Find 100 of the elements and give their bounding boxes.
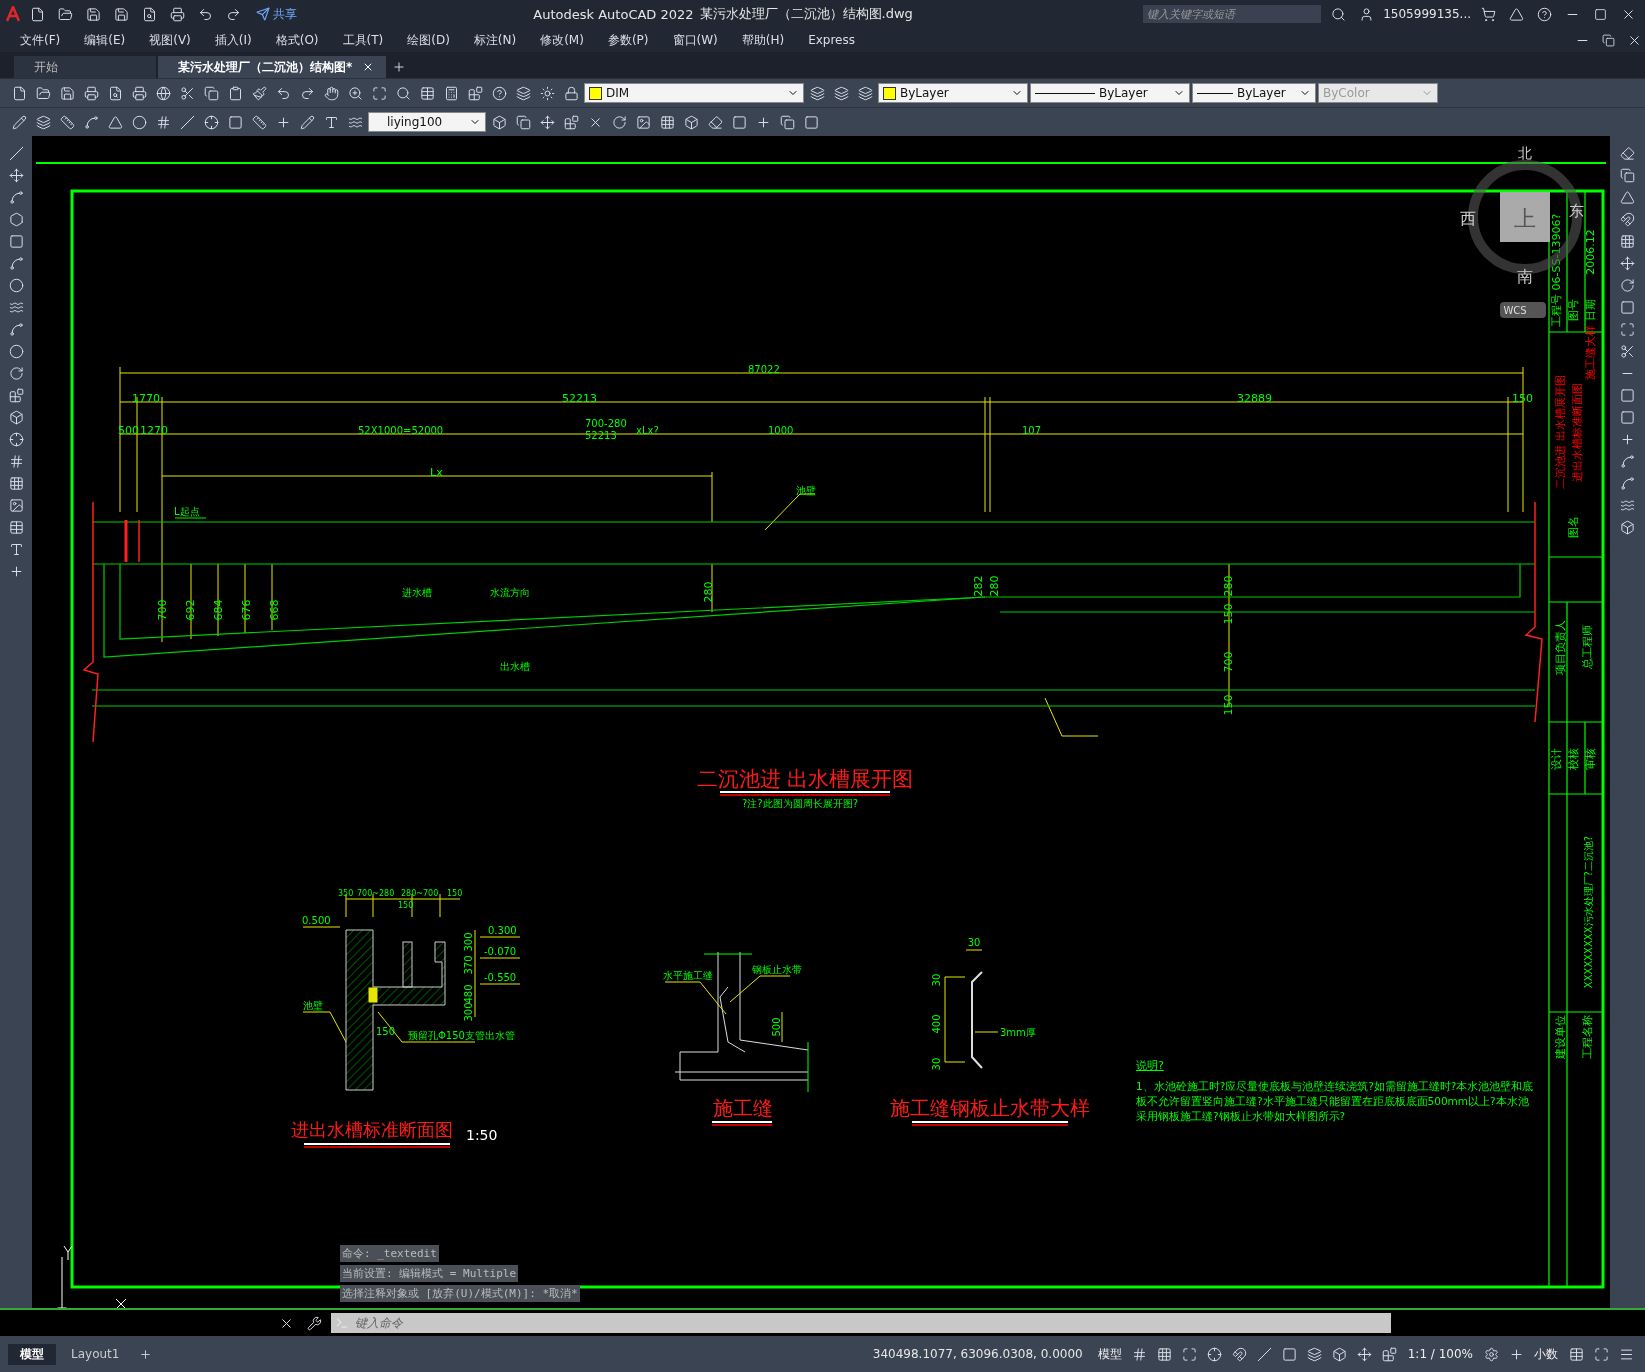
dimension-text: 370 — [463, 955, 474, 975]
dimension-text: 150 — [376, 1026, 396, 1037]
drawing-subtitle: ?注?此图为圆周长展开图? — [742, 798, 858, 809]
viewcube-label: 上 — [1514, 206, 1536, 231]
dimension-text: xLx? — [636, 425, 659, 436]
dimension-text: 0.300 — [488, 925, 517, 936]
menu-item[interactable]: 窗口(W) — [662, 29, 728, 51]
drawing-label: 水流方向 — [490, 587, 530, 598]
dimension-text: 0.500 — [302, 915, 331, 926]
layout-tab[interactable]: Layout1 — [59, 1345, 132, 1363]
drawing-title: 进出水槽标准断面图 — [291, 1119, 453, 1140]
menu-item[interactable]: 工具(T) — [332, 29, 394, 51]
menu-item[interactable]: 视图(V) — [139, 29, 201, 51]
user-name[interactable]: 1505999135... — [1383, 7, 1471, 21]
app-title: Autodesk AutoCAD 2022 — [533, 6, 694, 22]
coordinates-readout: 340498.1077, 63096.0308, 0.0000 — [872, 1347, 1083, 1361]
dimension-text: 280 — [702, 581, 715, 603]
dimension-text: 87022 — [748, 364, 780, 375]
layer-dropdown[interactable]: DIM — [584, 83, 804, 103]
file-title: 某污水处理厂（二沉池）结构图.dwg — [699, 5, 913, 23]
menu-item[interactable]: 插入(I) — [204, 29, 262, 51]
dimension-text: 107 — [1022, 425, 1042, 436]
menu-item[interactable]: 帮助(H) — [731, 29, 795, 51]
dimension-text: 692 — [184, 599, 197, 621]
dimension-text: 684 — [212, 599, 225, 621]
title-block-text: 校核 — [1567, 748, 1580, 770]
dimension-text: 480 — [463, 984, 474, 1004]
units-button[interactable]: 小数 — [1530, 1345, 1562, 1363]
dimension-text: -0.550 — [484, 972, 517, 983]
dimension-text: 400 — [931, 1014, 942, 1034]
menu-item[interactable]: 标注(N) — [463, 29, 527, 51]
title-block-text: 2006.12 — [1584, 229, 1597, 275]
title-block-text: 建设单位 — [1554, 1015, 1567, 1059]
menu-item[interactable]: 文件(F) — [10, 29, 71, 51]
dimension-text: 676 — [240, 599, 253, 621]
menu-item[interactable]: 绘图(D) — [397, 29, 460, 51]
dimension-text: 30 — [931, 973, 942, 987]
search-field[interactable]: 键入关键字或短语 — [1143, 5, 1322, 23]
command-field[interactable]: 键入命令 — [331, 1313, 1391, 1333]
file-tab[interactable]: 某污水处理厂（二沉池）结构图* — [158, 56, 387, 78]
menu-item[interactable]: 格式(O) — [265, 29, 329, 51]
title-block-text: 进出水槽标准断面图 — [1571, 382, 1584, 482]
drawing-label: 预留孔Φ150支管出水管 — [408, 1030, 515, 1041]
dimension-text: 1770 — [132, 392, 160, 405]
model-space-button[interactable]: 模型 — [1093, 1345, 1126, 1363]
wcs-button[interactable] — [1500, 302, 1546, 318]
drawing-label: 3mm厚 — [1000, 1027, 1036, 1038]
lineweight-dropdown[interactable]: ByLayer — [1192, 83, 1316, 103]
title-block-text: 图名 — [1567, 516, 1580, 538]
drawing-label: 钢板止水带 — [752, 964, 802, 975]
line-sample — [1035, 92, 1095, 94]
ucs-icon — [57, 1245, 127, 1308]
dimension-text: 500 — [771, 1017, 782, 1037]
drawing-title: 施工缝 — [713, 1096, 773, 1120]
file-tab[interactable]: 开始 — [14, 56, 156, 78]
drawing-title: 施工缝钢板止水带大样 — [890, 1096, 1090, 1120]
menu-item[interactable]: 参数(P) — [597, 29, 659, 51]
title-block-text: 审核 — [1584, 748, 1597, 770]
dimension-text: 150 — [1222, 694, 1235, 716]
dimension-text: 282 — [972, 575, 985, 597]
dimension-text: 300 — [463, 932, 474, 952]
title-block-text: 06-SS-13906? — [1550, 213, 1563, 291]
wcs-label: WCS — [1503, 305, 1527, 316]
drawing-label: 进水槽 — [402, 587, 432, 598]
dimension-text: 350 — [338, 889, 354, 898]
compass-label: 南 — [1517, 267, 1533, 286]
menu-item[interactable]: Express — [798, 31, 865, 49]
dimension-text: 30 — [931, 1057, 942, 1071]
color-dropdown[interactable]: ByLayer — [878, 83, 1028, 103]
dimension-text: 150 — [1512, 392, 1533, 405]
dimension-text: 280 — [1222, 575, 1235, 597]
send-icon — [256, 7, 270, 21]
dimension-text: Lx — [430, 466, 443, 479]
compass-label: 东 — [1568, 202, 1584, 220]
linetype-dropdown[interactable]: ByLayer — [1030, 83, 1190, 103]
title-block-text: 施工缝大样 — [1584, 324, 1597, 380]
dimension-style-dropdown[interactable]: liying100 — [368, 112, 486, 132]
drawing-label: 出水槽 — [500, 661, 530, 672]
title-block-text: 设计 — [1550, 748, 1563, 770]
share-button[interactable]: 共享 — [250, 4, 303, 24]
dimension-text: 150 — [1222, 603, 1235, 625]
terminal-icon — [335, 1316, 349, 1330]
menu-item[interactable]: 编辑(E) — [74, 29, 136, 51]
title-block-text: 工程号 — [1550, 293, 1563, 327]
dimension-text: 280~700 — [401, 889, 439, 898]
title-block-text: 日期 — [1584, 299, 1597, 321]
dimension-text: 700-280 — [585, 418, 627, 429]
autocad-logo-icon[interactable] — [6, 6, 20, 22]
dimension-text: 280 — [988, 575, 1001, 597]
compass-label: 西 — [1460, 209, 1476, 228]
layout-tab[interactable]: 模型 — [8, 1343, 56, 1365]
color-swatch — [883, 86, 896, 100]
dimension-text: 500 — [118, 424, 139, 437]
dimension-text: 30 — [967, 937, 981, 948]
menu-item[interactable]: 修改(M) — [530, 29, 594, 51]
dimension-text: 300 — [463, 1002, 474, 1022]
dimension-text: 52213 — [585, 430, 617, 441]
annotation-scale-button[interactable]: 1:1 / 100% — [1403, 1347, 1477, 1361]
title-block-text: 总工程师 — [1581, 625, 1594, 669]
title-block-text: XXXXXXXXX污水处理厂?二沉池? — [1583, 835, 1594, 989]
